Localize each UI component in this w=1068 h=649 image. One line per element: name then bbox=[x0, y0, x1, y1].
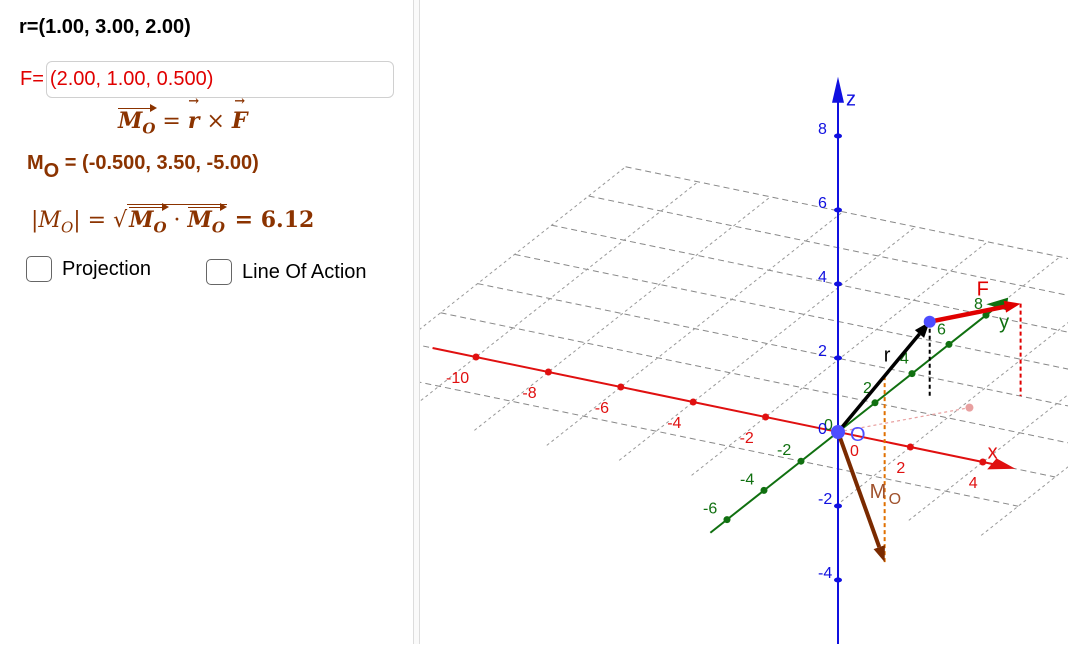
f-vector bbox=[929, 304, 1006, 324]
grid-line-y bbox=[980, 466, 1068, 536]
f-vector-head bbox=[1003, 300, 1021, 313]
z-tick-label: -2 bbox=[818, 491, 832, 508]
y-axis-label: y bbox=[999, 311, 1009, 333]
3d-canvas[interactable]: -10-8-6-4-2024x-6-4-202468y-4-202468zOrF… bbox=[329, 0, 1068, 649]
mo-vector-symbol: MO bbox=[118, 103, 158, 138]
x-tick bbox=[906, 443, 914, 451]
y-tick-label: -4 bbox=[740, 471, 754, 488]
r-definition[interactable]: r=(1.00, 3.00, 2.00) bbox=[19, 16, 191, 39]
grid-line-y bbox=[546, 211, 844, 446]
moment-formula: MO = r × F bbox=[118, 94, 248, 138]
line-of-action-checkbox-label: Line Of Action bbox=[242, 260, 367, 283]
z-axis-label: z bbox=[846, 89, 856, 111]
z-tick bbox=[834, 503, 842, 509]
r-endpoint bbox=[923, 315, 936, 328]
x-tick bbox=[472, 353, 480, 361]
y-tick bbox=[723, 516, 731, 524]
y-tick bbox=[908, 370, 916, 378]
x-tick bbox=[544, 368, 552, 376]
view-divider[interactable] bbox=[413, 0, 420, 644]
z-tick-label: 6 bbox=[818, 195, 827, 212]
z-tick-label: 0 bbox=[818, 421, 827, 438]
line-of-action-checkbox[interactable]: Line Of Action bbox=[206, 259, 367, 285]
grid-line-y bbox=[474, 196, 771, 431]
z-axis-arrow bbox=[832, 76, 844, 103]
projection-checkbox[interactable]: Projection bbox=[26, 256, 151, 282]
projection-point bbox=[965, 403, 974, 412]
r-vector-symbol: r bbox=[188, 94, 200, 134]
x-tick bbox=[617, 383, 625, 391]
x-tick bbox=[762, 413, 770, 421]
z-tick bbox=[834, 133, 842, 139]
moment-magnitude-formula: |MO| = √MO · MO = 6.12 bbox=[31, 202, 315, 236]
f-vector-symbol: F bbox=[232, 94, 248, 134]
magnitude-value: = 6.12 bbox=[226, 207, 315, 233]
z-tick-label: 4 bbox=[818, 269, 827, 286]
graphics-3d-view[interactable]: -10 -8 -6 -4 -2 0 2 4 x -6 -4 -2 0 2 4 6 8 y -4 -2 0 2 4 6 8 z Or F… bbox=[329, 0, 1068, 649]
x-tick-label: -8 bbox=[522, 385, 536, 402]
f-label-3d: F bbox=[977, 279, 989, 301]
x-tick bbox=[689, 398, 697, 406]
z-tick-label: 2 bbox=[818, 343, 827, 360]
x-tick-label: -10 bbox=[446, 370, 469, 387]
origin-label: O bbox=[850, 424, 866, 446]
y-tick-label: -2 bbox=[777, 442, 791, 459]
x-tick bbox=[979, 458, 987, 466]
projection-checkbox-box[interactable] bbox=[26, 256, 52, 282]
x-tick-label: -6 bbox=[595, 400, 609, 417]
x-tick-label: 2 bbox=[896, 460, 905, 477]
grid-line-x bbox=[551, 224, 1068, 333]
y-tick bbox=[760, 486, 768, 494]
algebra-view: r=(1.00, 3.00, 2.00) F= (2.00, 1.00, 0.5… bbox=[0, 0, 413, 644]
mo-vector-head bbox=[873, 545, 885, 563]
y-tick bbox=[945, 340, 953, 348]
origin-point bbox=[831, 425, 845, 439]
projection-checkbox-label: Projection bbox=[62, 257, 151, 280]
y-tick bbox=[871, 399, 879, 407]
y-tick-label: -6 bbox=[703, 501, 717, 518]
x-tick-label: 4 bbox=[969, 475, 978, 492]
line-of-action-checkbox-box[interactable] bbox=[206, 259, 232, 285]
grid-line-y bbox=[618, 226, 916, 461]
z-tick bbox=[834, 577, 842, 583]
f-label: F= bbox=[20, 68, 44, 90]
y-tick bbox=[797, 457, 805, 465]
x-tick-label: -4 bbox=[667, 415, 681, 432]
z-tick bbox=[834, 355, 842, 361]
r-vector bbox=[836, 332, 921, 434]
z-tick-label: -4 bbox=[818, 565, 832, 582]
x-axis-label: x bbox=[988, 441, 998, 463]
f-input-field[interactable]: (2.00, 1.00, 0.500) bbox=[45, 61, 394, 98]
grid-line-y bbox=[329, 166, 626, 401]
z-tick bbox=[834, 281, 842, 287]
x-tick-label: -2 bbox=[740, 430, 754, 447]
f-input-row: F= (2.00, 1.00, 0.500) bbox=[20, 60, 394, 99]
grid-line-x bbox=[366, 370, 1019, 507]
z-tick-label: 8 bbox=[818, 121, 827, 138]
grid-line-x bbox=[440, 312, 1068, 444]
z-tick bbox=[834, 207, 842, 213]
r-label: r bbox=[884, 345, 891, 367]
f-value: (2.00, 1.00, 0.500) bbox=[49, 68, 214, 90]
mo-result[interactable]: MO = (-0.500, 3.50, -5.00) bbox=[27, 152, 259, 183]
mo-label: M bbox=[870, 481, 887, 503]
mo-label-sub: O bbox=[889, 491, 901, 508]
y-tick-label: 6 bbox=[937, 321, 946, 338]
